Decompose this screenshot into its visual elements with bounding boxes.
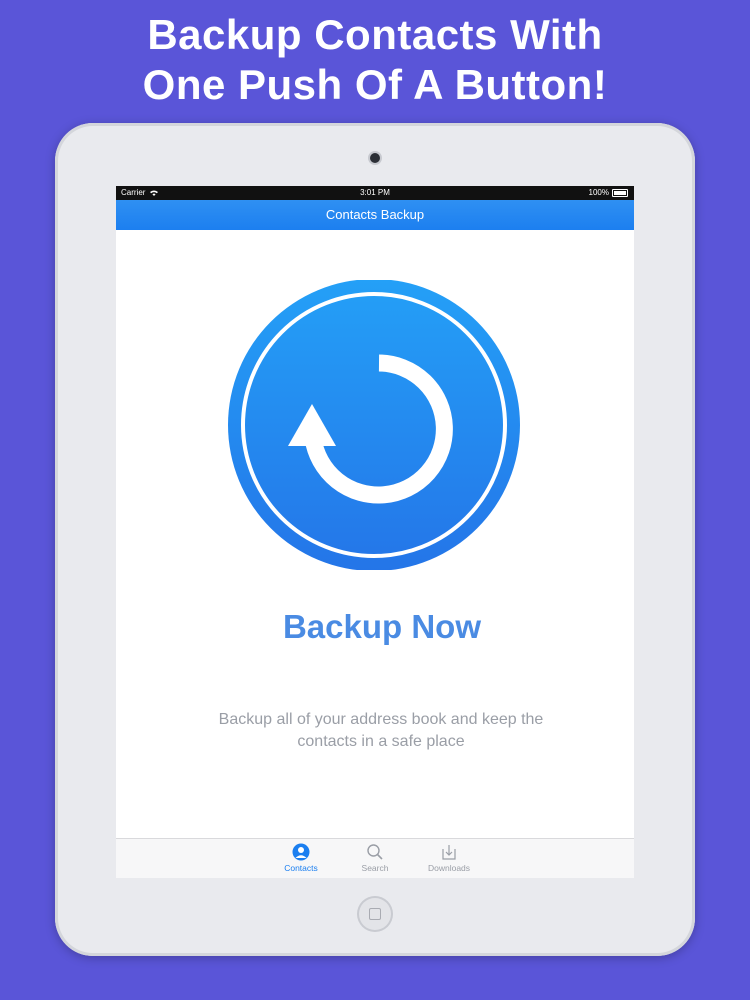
- tab-search[interactable]: Search: [340, 843, 410, 873]
- home-button[interactable]: [357, 896, 393, 932]
- backup-now-label[interactable]: Backup Now: [116, 608, 634, 646]
- downloads-icon: [442, 845, 456, 860]
- tab-contacts-label: Contacts: [284, 863, 318, 873]
- search-icon: [367, 844, 383, 860]
- tab-contacts[interactable]: Contacts: [266, 843, 336, 873]
- camera-icon: [370, 153, 380, 163]
- battery-icon: [612, 189, 628, 197]
- status-bar: Carrier 3:01 PM 100%: [116, 186, 634, 200]
- contacts-icon: [292, 843, 310, 861]
- app-screen: Carrier 3:01 PM 100% Contacts Backup Bac…: [116, 186, 634, 878]
- status-time: 3:01 PM: [360, 188, 390, 197]
- headline-line-2: One Push Of A Button!: [142, 61, 608, 108]
- nav-title: Contacts Backup: [325, 207, 425, 222]
- headline: Backup Contacts With One Push Of A Butto…: [0, 10, 750, 110]
- tab-search-label: Search: [361, 863, 389, 873]
- battery-label: 100%: [588, 188, 609, 197]
- backup-description: Backup all of your address book and keep…: [218, 711, 544, 750]
- headline-line-1: Backup Contacts With: [147, 11, 603, 58]
- ipad-frame: Carrier 3:01 PM 100% Contacts Backup Bac…: [55, 123, 695, 956]
- tab-downloads[interactable]: Downloads: [414, 843, 484, 873]
- tab-bar: Contacts Search Downloads: [116, 838, 634, 878]
- backup-refresh-icon: [228, 279, 520, 571]
- nav-bar: Contacts Backup: [116, 200, 634, 230]
- tab-downloads-label: Downloads: [427, 863, 471, 873]
- battery-indicator: 100%: [589, 186, 628, 200]
- backup-now-button[interactable]: [211, 279, 533, 571]
